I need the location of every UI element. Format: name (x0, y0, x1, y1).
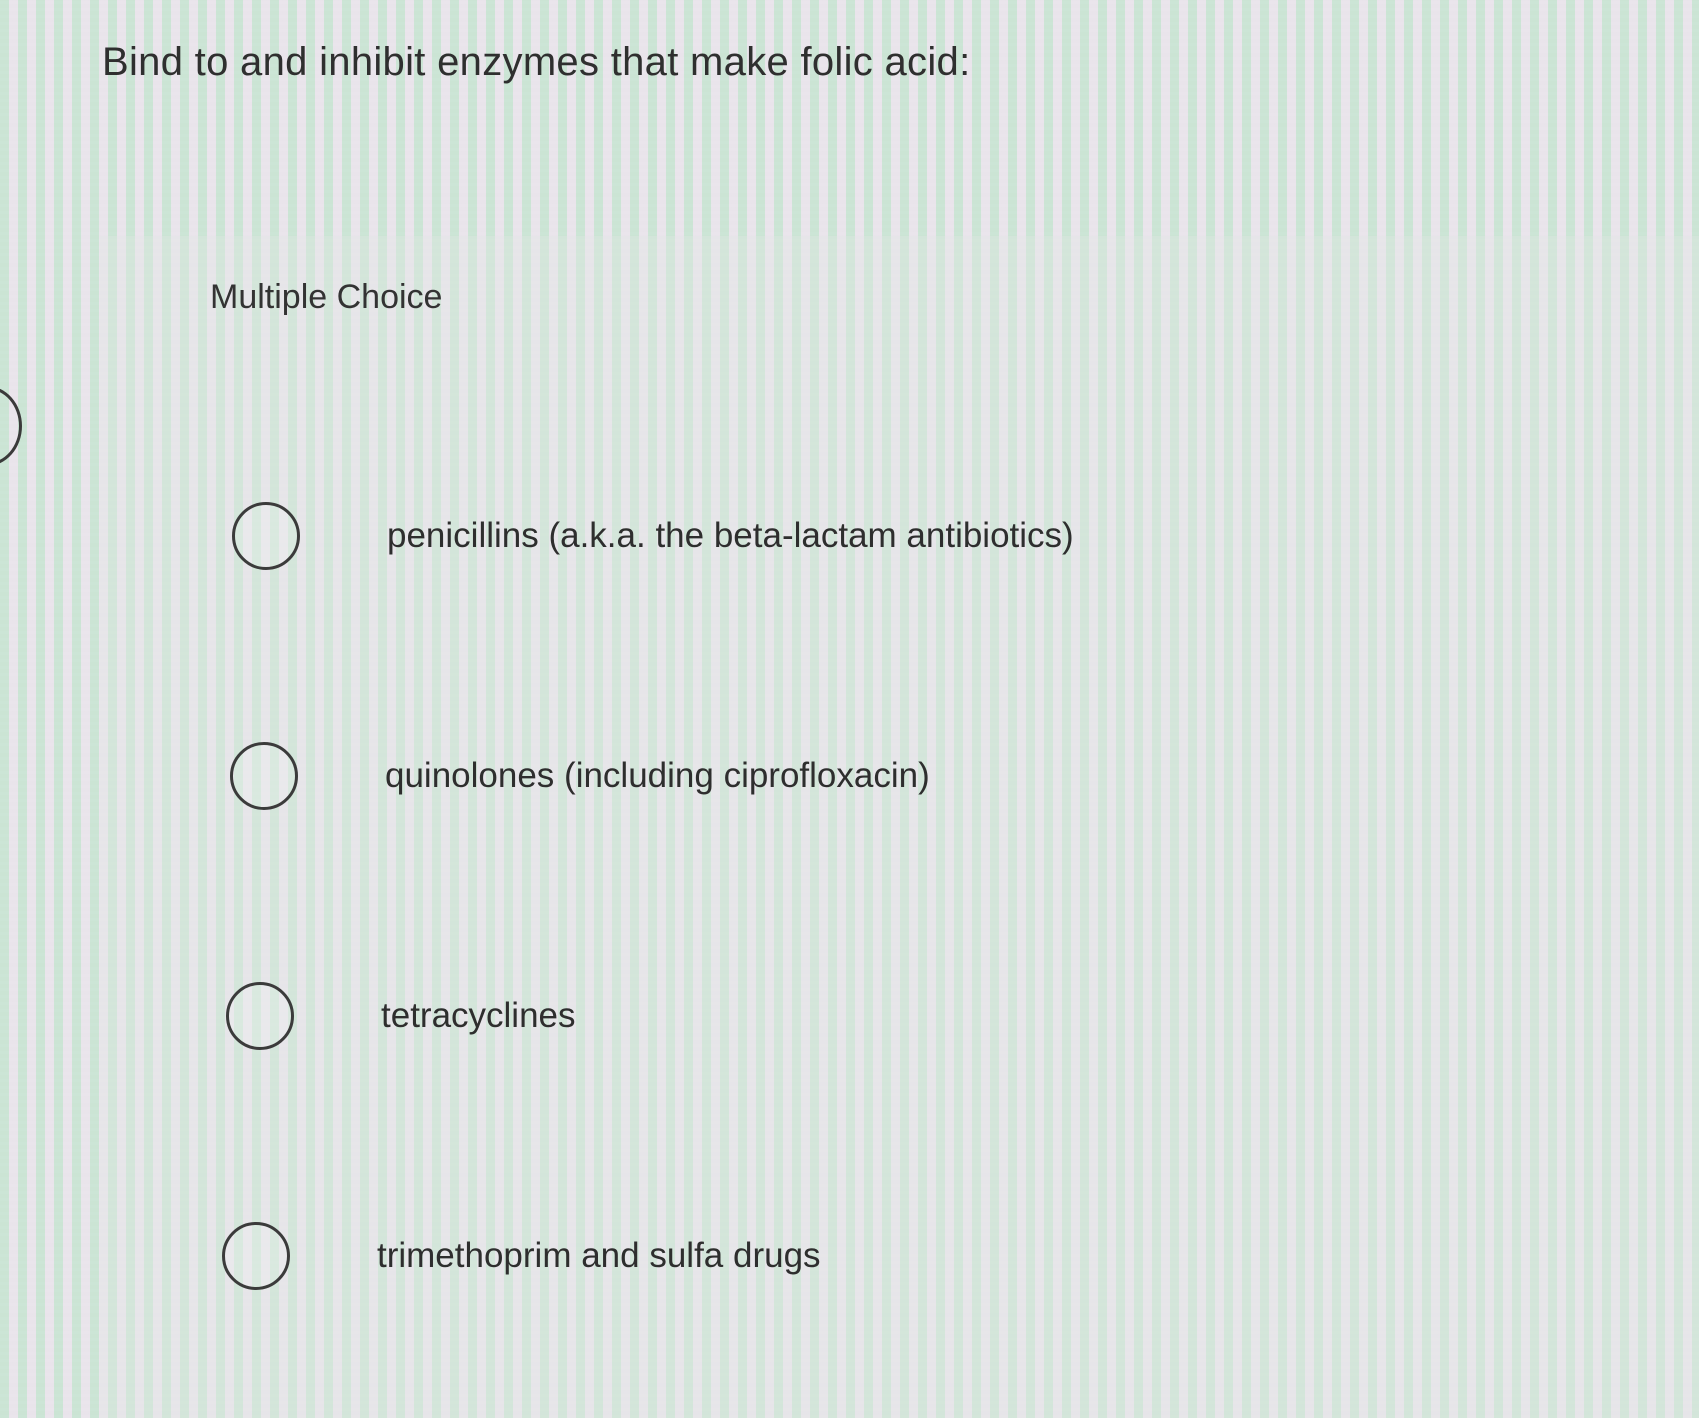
choice-list: penicillins (a.k.a. the beta-lactam anti… (0, 0, 1699, 1418)
choice-option[interactable]: trimethoprim and sulfa drugs (222, 1216, 821, 1296)
radio-button[interactable] (222, 1222, 290, 1290)
choice-label[interactable]: penicillins (a.k.a. the beta-lactam anti… (387, 516, 1074, 556)
choice-label[interactable]: tetracyclines (381, 996, 576, 1036)
choice-option[interactable]: quinolones (including ciprofloxacin) (230, 736, 930, 816)
choice-label[interactable]: trimethoprim and sulfa drugs (377, 1236, 821, 1276)
radio-button[interactable] (230, 742, 298, 810)
radio-button[interactable] (226, 982, 294, 1050)
choice-label[interactable]: quinolones (including ciprofloxacin) (385, 756, 930, 796)
choice-option[interactable]: penicillins (a.k.a. the beta-lactam anti… (232, 496, 1074, 576)
choice-option[interactable]: tetracyclines (226, 976, 576, 1056)
radio-button[interactable] (232, 502, 300, 570)
